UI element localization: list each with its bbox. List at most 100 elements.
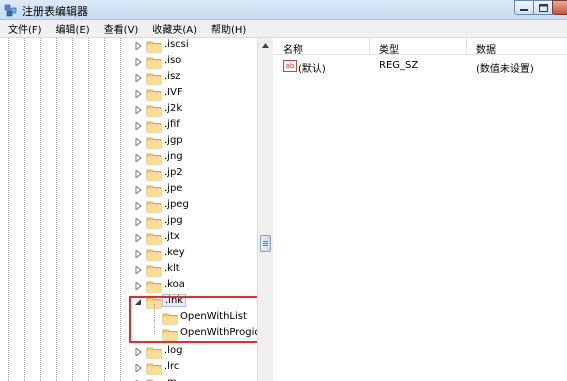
tree-node-label: .klt (164, 263, 180, 274)
folder-icon (146, 105, 162, 117)
tree-node-label: .jpe (164, 183, 183, 194)
column-header-data[interactable]: 数据 (467, 38, 567, 56)
maximize-button[interactable] (533, 0, 553, 15)
grip-line (263, 243, 268, 244)
expand-arrow-icon[interactable] (134, 170, 142, 178)
column-header-name[interactable]: 名称 (274, 38, 370, 56)
tree-node[interactable]: .jpeg (134, 198, 256, 214)
expand-arrow-icon[interactable] (134, 202, 142, 210)
folder-icon (146, 137, 162, 149)
value-data: (数值未设置) (476, 64, 534, 75)
expand-arrow-icon[interactable] (134, 364, 142, 372)
folder-icon (146, 379, 154, 381)
menu-favorites[interactable]: 收藏夹(A) (152, 21, 197, 36)
tree-node[interactable]: .j2k (134, 102, 256, 118)
tree-node-label: .iso (164, 55, 182, 66)
list-item[interactable]: ab (默认) REG_SZ (数值未设置) (274, 59, 567, 75)
tree-node-label: .jfif (164, 119, 180, 130)
tree-node[interactable]: .jp2 (134, 166, 256, 182)
tree-guide-line (56, 38, 57, 381)
tree-node[interactable]: .jfif (134, 118, 256, 134)
tree-node[interactable]: .iso (134, 54, 256, 70)
tree-guide-line (88, 38, 89, 381)
tree-node[interactable]: .jtx (134, 230, 256, 246)
expand-arrow-icon[interactable] (134, 218, 142, 226)
tree-node-label: .j2k (164, 103, 183, 114)
folder-icon (146, 41, 162, 53)
expand-arrow-icon[interactable] (134, 138, 142, 146)
tree-node[interactable]: .key (134, 246, 256, 262)
scrollbar-thumb[interactable] (260, 235, 271, 252)
tree-node-label: .log (164, 345, 183, 356)
folder-icon (146, 233, 162, 245)
tree-guide-line (120, 38, 121, 381)
tree-guide-line (40, 38, 41, 381)
tree-node[interactable]: .jng (134, 150, 256, 166)
expand-arrow-icon[interactable] (134, 106, 142, 114)
column-header-type[interactable]: 类型 (370, 38, 467, 56)
folder-icon (146, 121, 162, 133)
tree-node-label: .jtx (164, 231, 180, 242)
tree-node-label: .jgp (164, 135, 183, 146)
tree-node-label: .jng (164, 151, 183, 162)
tree-node[interactable]: .log (134, 344, 256, 360)
expand-arrow-icon[interactable] (134, 234, 142, 242)
tree-guide-line (72, 38, 73, 381)
tree-node-label: .IVF (164, 87, 183, 98)
tree-node[interactable]: .klt (134, 262, 256, 278)
menu-bar: 文件(F) 编辑(E) 查看(V) 收藏夹(A) 帮助(H) (0, 20, 567, 38)
minimize-button[interactable] (514, 0, 534, 15)
tree-node-label: .key (164, 247, 185, 258)
tree-node[interactable]: .jpe (134, 182, 256, 198)
folder-icon (146, 89, 162, 101)
expand-arrow-icon[interactable] (134, 122, 142, 130)
value-type: REG_SZ (379, 60, 419, 71)
tree-node[interactable]: .jgp (134, 134, 256, 150)
expand-arrow-icon[interactable] (134, 282, 142, 290)
menu-help[interactable]: 帮助(H) (211, 21, 246, 36)
folder-icon (146, 185, 162, 197)
tree-node-label: .jpeg (164, 199, 189, 210)
folder-icon (146, 281, 162, 293)
registry-editor-icon (4, 4, 17, 17)
tree-node[interactable]: .iscsi (134, 38, 256, 54)
tree-node-label: .isz (164, 71, 181, 82)
expand-arrow-icon[interactable] (134, 58, 142, 66)
expand-arrow-icon[interactable] (134, 74, 142, 82)
tree-node[interactable]: .m (134, 376, 256, 381)
folder-icon (146, 73, 162, 85)
expand-arrow-icon[interactable] (134, 90, 142, 98)
tree-node[interactable]: .koa (134, 278, 256, 294)
minimize-icon (520, 8, 528, 11)
expand-arrow-icon[interactable] (134, 266, 142, 274)
folder-icon (146, 201, 162, 213)
tree-scrollbar[interactable] (257, 38, 273, 381)
expand-arrow-icon[interactable] (134, 250, 142, 258)
expand-arrow-icon[interactable] (134, 154, 142, 162)
expand-arrow-icon[interactable] (134, 42, 142, 50)
folder-icon (146, 153, 162, 165)
folder-icon (146, 217, 162, 229)
expand-arrow-icon[interactable] (134, 348, 142, 356)
menu-edit[interactable]: 编辑(E) (56, 21, 90, 36)
folder-icon (146, 347, 162, 359)
tree-node[interactable]: .jpg (134, 214, 256, 230)
values-list[interactable]: 名称 类型 数据 ab (默认) REG_SZ (数值未设置) (274, 38, 567, 381)
close-button[interactable] (552, 0, 567, 15)
folder-icon (146, 363, 162, 375)
folder-icon (146, 57, 162, 69)
tree-guide-line (104, 38, 105, 381)
tree-node[interactable]: .IVF (134, 86, 256, 102)
menu-file[interactable]: 文件(F) (8, 21, 42, 36)
menu-view[interactable]: 查看(V) (104, 21, 139, 36)
string-value-icon: ab (283, 60, 297, 72)
scroll-up-button[interactable] (258, 38, 273, 53)
tree-node-label: .jpg (164, 215, 183, 226)
tree-node[interactable]: .lrc (134, 360, 256, 376)
tree-node-label: .jp2 (164, 167, 183, 178)
title-bar: 注册表编辑器 (0, 0, 567, 20)
tree-node[interactable]: .isz (134, 70, 256, 86)
value-name: (默认) (298, 64, 326, 75)
tree-guide-line (24, 38, 25, 381)
expand-arrow-icon[interactable] (134, 186, 142, 194)
